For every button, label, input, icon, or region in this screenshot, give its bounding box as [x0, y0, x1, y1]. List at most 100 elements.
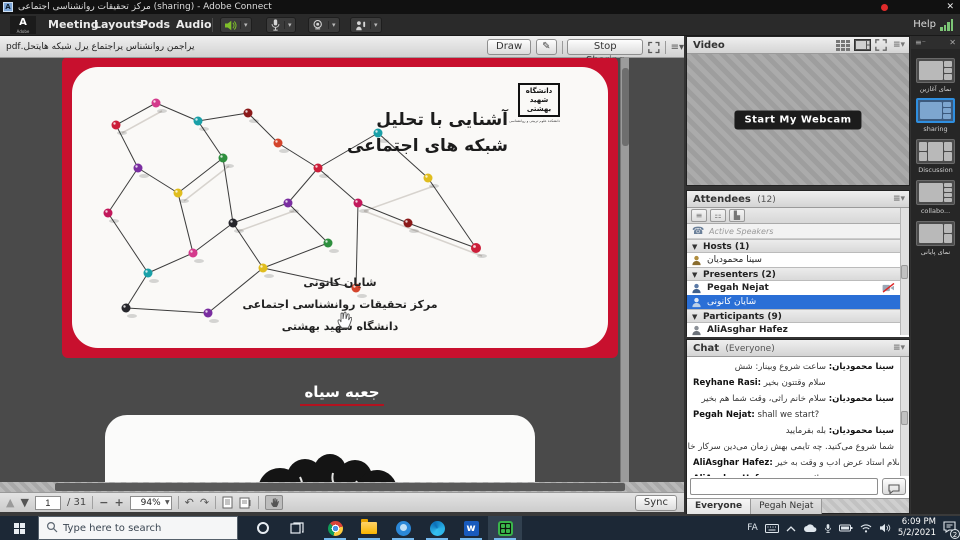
taskbar-people-app[interactable]	[386, 516, 420, 540]
video-pod-options-icon[interactable]: ≡▾	[893, 37, 905, 54]
raise-hand-button[interactable]: ▾	[350, 17, 382, 33]
speaker-button[interactable]: ▾	[220, 17, 252, 33]
hosts-group-row[interactable]: ▼ Hosts (1)	[687, 239, 909, 253]
language-indicator[interactable]: FA	[747, 523, 758, 533]
cortana-button[interactable]	[246, 516, 280, 540]
pod-options-icon[interactable]: ≡▾	[671, 42, 684, 53]
fit-page-icon[interactable]	[222, 496, 233, 509]
draw-button[interactable]: Draw	[487, 39, 531, 55]
page-up-icon[interactable]: ▲	[6, 497, 14, 508]
taskbar-file-explorer[interactable]	[352, 516, 386, 540]
taskbar-clock[interactable]: 6:09 PM 5/2/2021	[898, 517, 936, 539]
tray-microphone-icon[interactable]	[824, 523, 832, 534]
layouts-close-icon[interactable]: ✕	[949, 36, 956, 49]
menu-audio[interactable]: Audio	[172, 14, 216, 36]
share-horizontal-scrollbar[interactable]	[0, 482, 684, 492]
fit-width-icon[interactable]	[239, 496, 252, 509]
layout-thumb-1[interactable]	[916, 58, 955, 83]
zoom-level-select[interactable]: 94% ▼	[130, 496, 172, 510]
stop-sharing-button[interactable]: Stop Sharing	[567, 39, 643, 55]
fullscreen-icon[interactable]	[648, 41, 660, 54]
webcam-dropdown-arrow[interactable]: ▾	[328, 21, 336, 29]
onedrive-cloud-icon[interactable]	[803, 523, 817, 533]
layout-label-1[interactable]: نمای آغازین	[911, 85, 960, 93]
collapse-triangle-icon[interactable]: ▼	[692, 310, 697, 323]
chat-scrollbar[interactable]	[900, 357, 909, 476]
menu-pods[interactable]: Pods	[136, 14, 174, 36]
presenters-group-row[interactable]: ▼ Presenters (2)	[687, 267, 909, 281]
chat-tab-private[interactable]: Pegah Nejat	[751, 499, 822, 514]
attendee-list-view-icon[interactable]: ≡	[691, 209, 707, 222]
task-view-button[interactable]	[280, 516, 314, 540]
filmstrip-view-icon[interactable]	[854, 39, 871, 51]
chat-send-button[interactable]	[882, 478, 906, 495]
layouts-menu-icon[interactable]: ≡⁻	[915, 36, 926, 49]
grid-view-icon[interactable]	[836, 40, 850, 51]
sync-button[interactable]: Sync	[635, 495, 677, 511]
red-underline	[300, 404, 384, 406]
keyboard-icon[interactable]	[765, 524, 779, 533]
layout-label-sharing[interactable]: sharing	[911, 125, 960, 133]
attendee-row-presenter-selected[interactable]: شایان کانونی	[687, 295, 909, 309]
rotate-left-icon[interactable]: ↶	[185, 497, 194, 508]
taskbar-chrome[interactable]	[318, 516, 352, 540]
wifi-icon[interactable]	[860, 524, 872, 533]
layout-thumb-collaboration[interactable]	[916, 180, 955, 205]
start-webcam-button[interactable]: Start My Webcam	[734, 110, 861, 129]
attendee-row-presenter[interactable]: Pegah Nejat	[687, 281, 909, 295]
participants-group-row[interactable]: ▼ Participants (9)	[687, 309, 909, 323]
chrome-icon	[328, 521, 343, 536]
share-horizontal-scrollbar-thumb[interactable]	[55, 483, 625, 491]
close-window-button[interactable]: ✕	[946, 0, 954, 14]
layout-thumb-5[interactable]	[916, 221, 955, 246]
zoom-out-icon[interactable]: −	[99, 497, 108, 508]
collapse-triangle-icon[interactable]: ▼	[692, 240, 697, 253]
layout-label-discussion[interactable]: Discussion	[911, 166, 960, 174]
chat-message-input[interactable]	[690, 478, 878, 495]
taskbar-adobe-connect[interactable]	[488, 516, 522, 540]
video-fullscreen-icon[interactable]	[875, 39, 887, 51]
zoom-in-icon[interactable]: +	[114, 497, 123, 508]
layout-thumb-sharing[interactable]	[916, 98, 955, 123]
pencil-tool-button[interactable]: ✎	[536, 39, 556, 55]
page-down-icon[interactable]: ▼	[20, 497, 28, 508]
zoom-dropdown-arrow[interactable]: ▼	[165, 497, 170, 509]
taskbar-search[interactable]: Type here to search	[38, 516, 238, 540]
action-center-button[interactable]: 2	[943, 521, 956, 536]
chat-text: ساعت شروع وبینار: شش	[735, 362, 829, 372]
volume-icon[interactable]	[879, 523, 891, 533]
taskbar-word[interactable]: w	[454, 516, 488, 540]
attendee-row-participant[interactable]: AliAsghar Hafez	[687, 323, 909, 337]
collapse-triangle-icon[interactable]: ▼	[692, 268, 697, 281]
attendees-scrollbar-thumb[interactable]	[901, 265, 908, 279]
chat-message: AliAsghar Hafez: سلام استاد عرض ادب و وق…	[693, 458, 894, 468]
webcam-button[interactable]: ▾	[308, 17, 340, 33]
hand-tool-button[interactable]	[265, 495, 283, 510]
microphone-button[interactable]: ▾	[266, 17, 296, 33]
share-vertical-scrollbar-thumb[interactable]	[622, 68, 629, 146]
layout-label-5[interactable]: نمای پایانی	[911, 248, 960, 256]
layout-label-collaboration[interactable]: collabo...	[911, 207, 960, 215]
attendee-status-view-icon[interactable]: ▙	[729, 209, 745, 222]
battery-icon[interactable]	[839, 524, 853, 532]
start-button[interactable]	[0, 516, 38, 540]
attendees-pod-options-icon[interactable]: ≡▾	[893, 191, 905, 208]
attendees-scrollbar[interactable]	[900, 208, 909, 335]
speaker-dropdown-arrow[interactable]: ▾	[240, 21, 248, 29]
layout-thumb-discussion[interactable]	[916, 139, 955, 164]
page-number-input[interactable]	[35, 496, 61, 510]
chat-pod-options-icon[interactable]: ≡▾	[893, 340, 905, 357]
chat-scrollbar-thumb[interactable]	[901, 411, 908, 425]
microphone-dropdown-arrow[interactable]: ▾	[284, 21, 292, 29]
chat-tab-everyone[interactable]: Everyone	[687, 499, 751, 514]
attendee-name: سینا محمودیان	[707, 255, 762, 265]
help-link[interactable]: Help	[913, 14, 936, 36]
share-vertical-scrollbar[interactable]	[620, 58, 629, 482]
hidden-icons-chevron[interactable]	[786, 525, 796, 532]
connection-status-icon[interactable]	[940, 19, 956, 31]
attendee-grid-view-icon[interactable]: ⚏	[710, 209, 726, 222]
raise-hand-dropdown-arrow[interactable]: ▾	[370, 21, 378, 29]
attendee-row-host[interactable]: سینا محمودیان	[687, 253, 909, 267]
taskbar-edge[interactable]	[420, 516, 454, 540]
rotate-right-icon[interactable]: ↷	[200, 497, 209, 508]
